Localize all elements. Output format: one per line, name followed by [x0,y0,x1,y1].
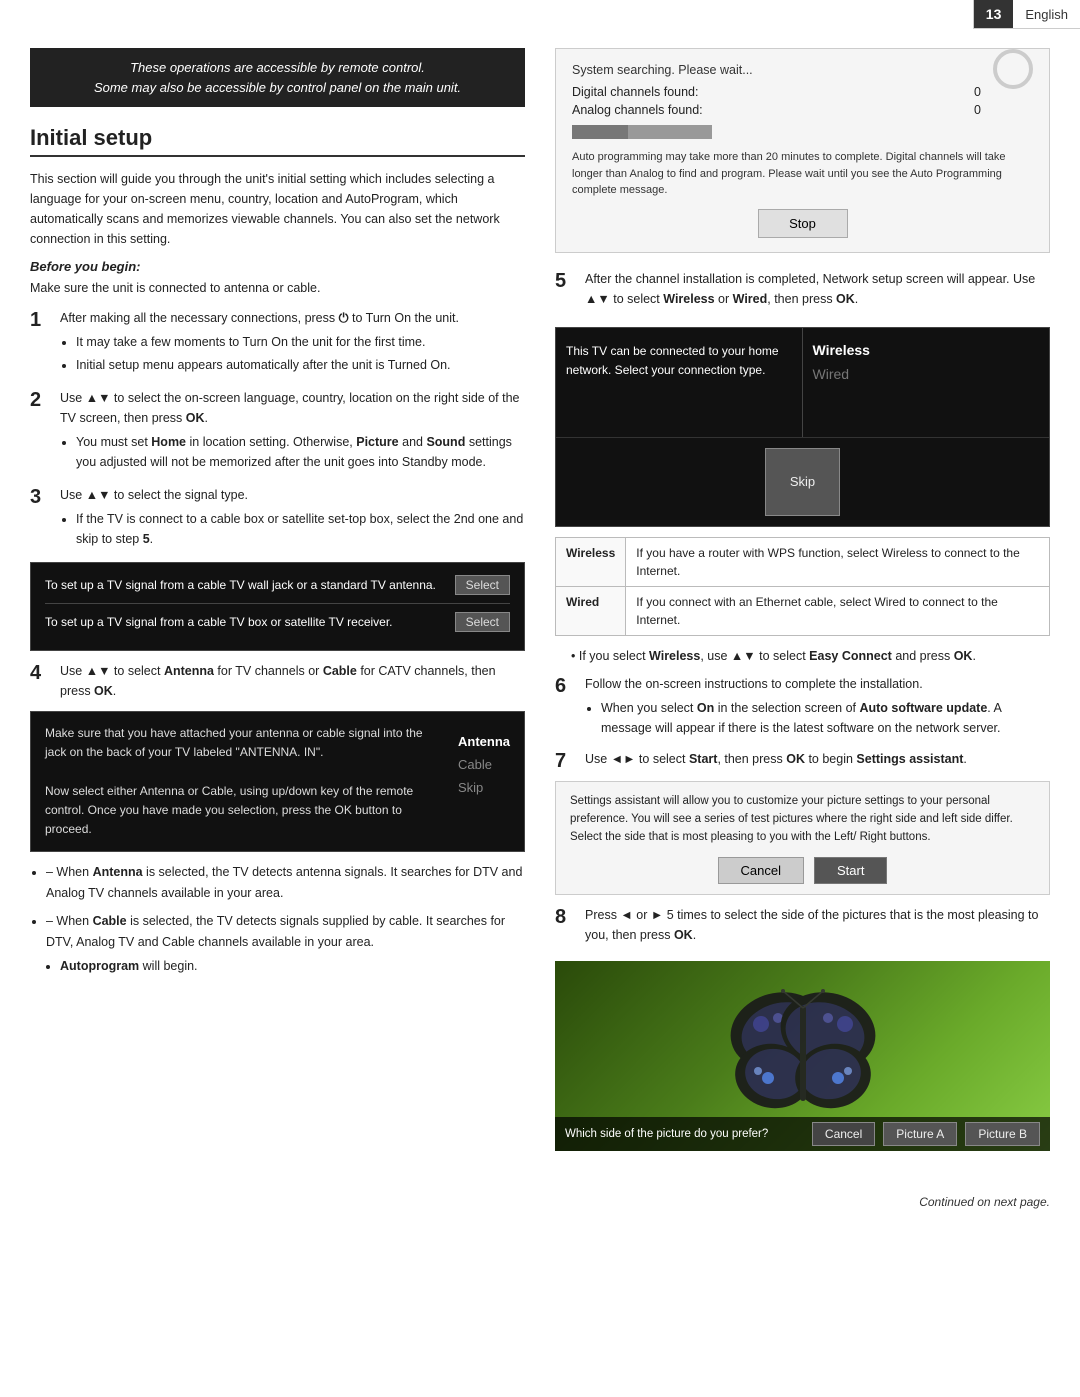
signal-selection-box: To set up a TV signal from a cable TV wa… [30,562,525,651]
signal-select-btn-2[interactable]: Select [455,612,510,632]
step-7-number: 7 [555,749,577,773]
signal-row-2-label: To set up a TV signal from a cable TV bo… [45,615,455,629]
network-opt-wireless[interactable]: Wireless [813,342,1040,358]
scan-note: Auto programming may take more than 20 m… [572,149,1033,199]
analog-val: 0 [974,103,981,117]
digital-val: 0 [974,85,981,99]
language-label: English [1013,1,1080,28]
picture-b-button[interactable]: Picture B [965,1122,1040,1146]
network-selection-box: This TV can be connected to your home ne… [555,327,1050,527]
analog-channels-row: Analog channels found: 0 [572,103,981,117]
prefer-label: Which side of the picture do you prefer? [565,1128,804,1140]
signal-row-2: To set up a TV signal from a cable TV bo… [45,612,510,632]
net-wireless-label: Wireless [556,537,626,586]
butterfly-image-box: Which side of the picture do you prefer?… [555,961,1050,1151]
bottom-bullet-1: – When Antenna is selected, the TV detec… [46,862,525,905]
section-title: Initial setup [30,125,525,157]
net-table-row-wired: Wired If you connect with an Ethernet ca… [556,586,1050,635]
stop-button[interactable]: Stop [758,209,848,238]
digital-channels-row: Digital channels found: 0 [572,85,981,99]
antenna-selection-box: Make sure that you have attached your an… [30,711,525,852]
remote-note-line1: These operations are accessible by remot… [48,58,507,78]
step-5-number: 5 [555,269,577,293]
step-5-container: 5 After the channel installation is comp… [555,269,1050,319]
bottom-bullets: – When Antenna is selected, the TV detec… [30,862,525,953]
page-number: 13 [974,0,1014,28]
network-right: Wireless Wired [803,328,1050,437]
skip-btn-row: Skip [556,437,1049,526]
right-column: System searching. Please wait... Digital… [555,48,1050,1159]
remote-note-line2: Some may also be accessible by control p… [48,78,507,98]
step-6-number: 6 [555,674,577,741]
net-wired-desc: If you connect with an Ethernet cable, s… [626,586,1050,635]
signal-row-1: To set up a TV signal from a cable TV wa… [45,575,510,595]
before-begin-heading: Before you begin: [30,259,525,274]
step-7-content: Use ◄► to select Start, then press OK to… [585,749,1050,773]
step-3-content: Use ▲▼ to select the signal type. If the… [60,485,525,552]
picture-cancel-button[interactable]: Cancel [812,1122,875,1146]
skip-button[interactable]: Skip [765,448,840,516]
network-info-table: Wireless If you have a router with WPS f… [555,537,1050,636]
step-2-number: 2 [30,388,52,475]
step-4-number: 4 [30,661,52,701]
signal-row-1-label: To set up a TV signal from a cable TV wa… [45,578,455,592]
remote-note-banner: These operations are accessible by remot… [30,48,525,107]
step-4: 4 Use ▲▼ to select Antenna for TV channe… [30,661,525,701]
settings-box-text: Settings assistant will allow you to cus… [570,792,1035,847]
step-6-content: Follow the on-screen instructions to com… [585,674,1050,741]
settings-buttons: Cancel Start [570,857,1035,884]
scan-title: System searching. Please wait... [572,63,1033,77]
step-7: 7 Use ◄► to select Start, then press OK … [555,749,1050,773]
antenna-opt-antenna[interactable]: Antenna [458,732,510,751]
signal-select-btn-1[interactable]: Select [455,575,510,595]
antenna-desc: Make sure that you have attached your an… [45,724,446,839]
network-desc: This TV can be connected to your home ne… [566,342,792,380]
bottom-bullet-2: – When Cable is selected, the TV detects… [46,911,525,954]
step-2: 2 Use ▲▼ to select the on-screen languag… [30,388,525,475]
step-1-bullet-1: It may take a few moments to Turn On the… [76,332,525,352]
step-1-content: After making all the necessary connectio… [60,308,525,378]
step-1-bullet-2: Initial setup menu appears automatically… [76,355,525,375]
step-8-number: 8 [555,905,577,953]
step-3-bullet-1: If the TV is connect to a cable box or s… [76,509,525,549]
step-1-number: 1 [30,308,52,378]
picture-a-button[interactable]: Picture A [883,1122,957,1146]
antenna-opt-skip[interactable]: Skip [458,778,510,797]
antenna-opt-cable[interactable]: Cable [458,755,510,774]
settings-assistant-box: Settings assistant will allow you to cus… [555,781,1050,895]
digital-label: Digital channels found: [572,85,698,99]
step-4-content: Use ▲▼ to select Antenna for TV channels… [60,661,525,701]
before-begin-note: Make sure the unit is connected to anten… [30,278,525,298]
scan-box: System searching. Please wait... Digital… [555,48,1050,253]
net-wireless-desc: If you have a router with WPS function, … [626,537,1050,586]
step-6: 6 Follow the on-screen instructions to c… [555,674,1050,741]
progress-bar [572,125,712,139]
step-3-number: 3 [30,485,52,552]
antenna-options: Antenna Cable Skip [458,732,510,839]
settings-cancel-button[interactable]: Cancel [718,857,804,884]
step-8-content: Press ◄ or ► 5 times to select the side … [585,905,1050,945]
step-5-content: After the channel installation is comple… [585,269,1050,309]
step-1: 1 After making all the necessary connect… [30,308,525,378]
step-3: 3 Use ▲▼ to select the signal type. If t… [30,485,525,552]
settings-start-button[interactable]: Start [814,857,887,884]
step-2-bullet-1: You must set Home in location setting. O… [76,432,525,472]
net-table-row-wireless: Wireless If you have a router with WPS f… [556,537,1050,586]
step-6-bullet: When you select On in the selection scre… [601,698,1050,738]
step-8: 8 Press ◄ or ► 5 times to select the sid… [555,905,1050,953]
network-left: This TV can be connected to your home ne… [556,328,803,437]
network-opt-wired[interactable]: Wired [813,366,1040,382]
scan-spinner [993,49,1033,89]
net-wired-label: Wired [556,586,626,635]
analog-label: Analog channels found: [572,103,703,117]
prefer-overlay: Which side of the picture do you prefer?… [555,1117,1050,1151]
butterfly-svg [723,986,883,1126]
steps-column: Before you begin: Make sure the unit is … [30,259,525,973]
continued-text: Continued on next page. [0,1195,1080,1209]
intro-text: This section will guide you through the … [30,169,525,249]
top-bar: 13 English [973,0,1080,29]
wireless-bullet: • If you select Wireless, use ▲▼ to sele… [571,646,1050,666]
step-2-content: Use ▲▼ to select the on-screen language,… [60,388,525,475]
autoprogram-bullet: Autoprogram will begin. [60,959,525,973]
